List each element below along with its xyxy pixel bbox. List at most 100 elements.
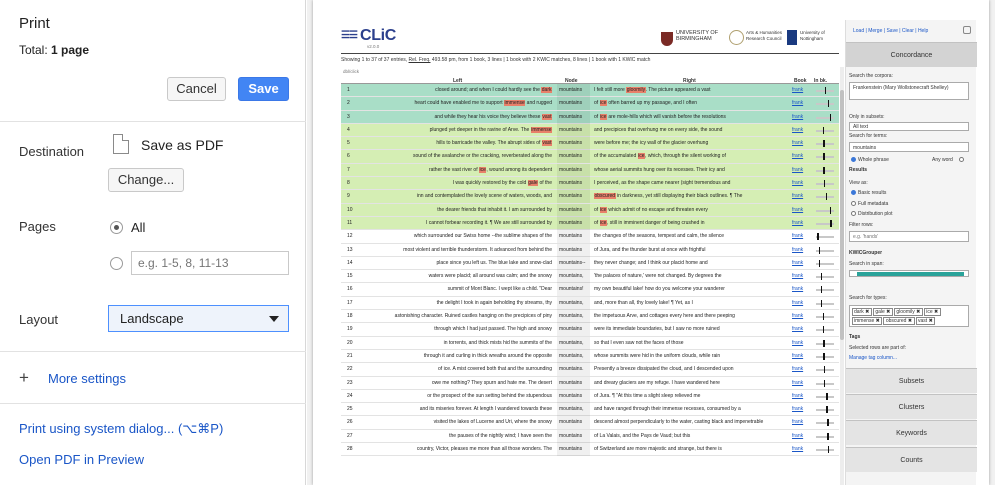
filter-input[interactable] (849, 231, 969, 242)
book-link[interactable]: frank (792, 337, 812, 350)
save-button[interactable]: Save (238, 77, 289, 101)
book-link[interactable]: frank (792, 124, 812, 137)
book-link[interactable]: frank (792, 390, 812, 403)
type-tag[interactable]: gloomily ✖ (893, 307, 923, 316)
plus-icon[interactable]: + (19, 369, 29, 386)
table-row[interactable]: 23 owe me nothing? They spurn and hate me… (341, 376, 839, 390)
session-links[interactable]: Load | Merge | Save | Clear | Help (853, 28, 928, 34)
table-row[interactable]: 6 sound of the avalanche or the cracking,… (341, 150, 839, 164)
subsets-select[interactable]: All text (849, 122, 969, 131)
book-link[interactable]: frank (792, 283, 812, 296)
layout-select[interactable]: Landscape (108, 305, 289, 332)
panel-concordance[interactable]: Concordance (846, 42, 977, 67)
distribution-plot-radio[interactable] (851, 211, 856, 216)
table-row[interactable]: 5 hills to barricade the valley. The abru… (341, 137, 839, 151)
table-row[interactable]: 8 I was quickly restored by the cold gale… (341, 177, 839, 191)
book-link[interactable]: frank (792, 244, 812, 257)
table-row[interactable]: 14 place since you left us. The blue lake… (341, 256, 839, 271)
book-link[interactable]: frank (792, 323, 812, 336)
more-settings-link[interactable]: More settings (48, 371, 126, 386)
book-link[interactable]: frank (792, 177, 812, 190)
panel-subsets[interactable]: Subsets (846, 368, 977, 393)
book-link[interactable]: frank (792, 416, 812, 429)
book-link[interactable]: frank (792, 84, 812, 97)
settings-icon[interactable] (963, 26, 971, 34)
full-metadata-radio[interactable] (851, 201, 856, 206)
table-row[interactable]: 12 which surrounded our Swiss home --the … (341, 230, 839, 244)
pages-all-radio[interactable] (110, 221, 123, 234)
book-link[interactable]: frank (792, 430, 812, 443)
table-row[interactable]: 11 I cannot forbear recording it. ¶ We ar… (341, 216, 839, 231)
table-row[interactable]: 26 visited the lakes of Lucerne and Uri, … (341, 416, 839, 430)
table-row[interactable]: 22 of ice. A mist covered both that and t… (341, 363, 839, 377)
pages-range-input[interactable] (131, 251, 289, 275)
span-slider[interactable] (849, 270, 969, 277)
book-link[interactable]: frank (792, 204, 812, 217)
in-book-position (816, 283, 834, 296)
panel-keywords[interactable]: Keywords (846, 420, 977, 445)
book-link[interactable]: frank (792, 297, 812, 310)
table-row[interactable]: 25 and its miseries forever. At length I … (341, 403, 839, 417)
table-row[interactable]: 4 plunged yet deeper in the ravine of Arv… (341, 123, 839, 138)
table-row[interactable]: 2 heart could have enabled me to support … (341, 97, 839, 111)
types-label: Search for types: (849, 295, 887, 301)
table-row[interactable]: 1 closed around; and when I could hardly … (341, 84, 839, 98)
whole-phrase-radio[interactable] (851, 157, 856, 162)
cancel-button[interactable]: Cancel (167, 77, 226, 101)
book-link[interactable]: frank (792, 97, 812, 110)
panel-clusters[interactable]: Clusters (846, 394, 977, 419)
scrollbar-thumb[interactable] (840, 90, 844, 340)
table-row[interactable]: 10 the dearer friends that inhabit it. I … (341, 203, 839, 217)
book-link[interactable]: frank (792, 150, 812, 163)
book-link[interactable]: frank (792, 111, 812, 124)
corpus-select[interactable]: Frankenstein (Mary Wollstonecraft Shelle… (849, 82, 969, 100)
book-link[interactable]: frank (792, 310, 812, 323)
manage-tags-link[interactable]: Manage tag column... (849, 355, 897, 361)
book-link[interactable]: frank (792, 190, 812, 203)
book-link[interactable]: frank (792, 217, 812, 230)
table-row[interactable]: 28 country, Victor, pleases me more than … (341, 443, 839, 457)
span-slider-range[interactable] (857, 272, 964, 276)
table-row[interactable]: 19 through which I had just passed. The h… (341, 323, 839, 337)
any-word-radio[interactable] (959, 157, 964, 162)
node-word: mountains, (557, 296, 590, 310)
row-number: 16 (347, 286, 353, 293)
table-row[interactable]: 21 through it and curling in thick wreath… (341, 349, 839, 364)
table-row[interactable]: 18 astonishing character. Ruined castles … (341, 310, 839, 324)
book-link[interactable]: frank (792, 230, 812, 243)
table-row[interactable]: 9 inn and contemplated the lovely scene o… (341, 190, 839, 204)
right-text: and, more than all, thy lovely lake! ¶ Y… (594, 299, 693, 306)
book-link[interactable]: frank (792, 443, 812, 456)
book-link[interactable]: frank (792, 164, 812, 177)
type-tag[interactable]: gale ✖ (872, 307, 893, 316)
basic-results-radio[interactable] (851, 190, 856, 195)
table-row[interactable]: 20 in torrents, and thick mists hid the s… (341, 336, 839, 350)
book-link[interactable]: frank (792, 137, 812, 150)
type-tag[interactable]: vast ✖ (915, 316, 936, 325)
type-tag[interactable]: immense ✖ (851, 316, 883, 325)
book-link[interactable]: frank (792, 270, 812, 283)
open-pdf-link[interactable]: Open PDF in Preview (19, 452, 144, 467)
type-tag[interactable]: ice ✖ (923, 307, 941, 316)
terms-input[interactable]: mountains (849, 142, 969, 152)
table-row[interactable]: 24 or the prospect of the sun setting beh… (341, 389, 839, 404)
system-dialog-link[interactable]: Print using system dialog... (⌥⌘P) (19, 421, 223, 437)
type-tag[interactable]: obscured ✖ (883, 316, 915, 325)
table-row[interactable]: 13 most violent and terrible thunderstorm… (341, 243, 839, 257)
change-destination-button[interactable]: Change... (108, 168, 184, 192)
types-input[interactable]: dark ✖ gale ✖ gloomily ✖ ice ✖ immense ✖ obsc… (849, 305, 969, 327)
table-row[interactable]: 3 and while they hear his voice they beli… (341, 110, 839, 124)
table-row[interactable]: 7 rather the vast river of ice, wound amo… (341, 163, 839, 178)
panel-counts[interactable]: Counts (846, 447, 977, 472)
book-link[interactable]: frank (792, 350, 812, 363)
book-link[interactable]: frank (792, 403, 812, 416)
book-link[interactable]: frank (792, 363, 812, 376)
book-link[interactable]: frank (792, 257, 812, 270)
table-row[interactable]: 27 the pauses of the nightly wind; I have… (341, 429, 839, 444)
table-row[interactable]: 16 summit of Mont Blanc. I wept like a ch… (341, 283, 839, 297)
table-row[interactable]: 17 the delight I took in again beholding … (341, 296, 839, 311)
book-link[interactable]: frank (792, 377, 812, 390)
pages-custom-radio[interactable] (110, 257, 123, 270)
table-row[interactable]: 15 waters were placid; all around was cal… (341, 270, 839, 284)
type-tag[interactable]: dark ✖ (851, 307, 872, 316)
